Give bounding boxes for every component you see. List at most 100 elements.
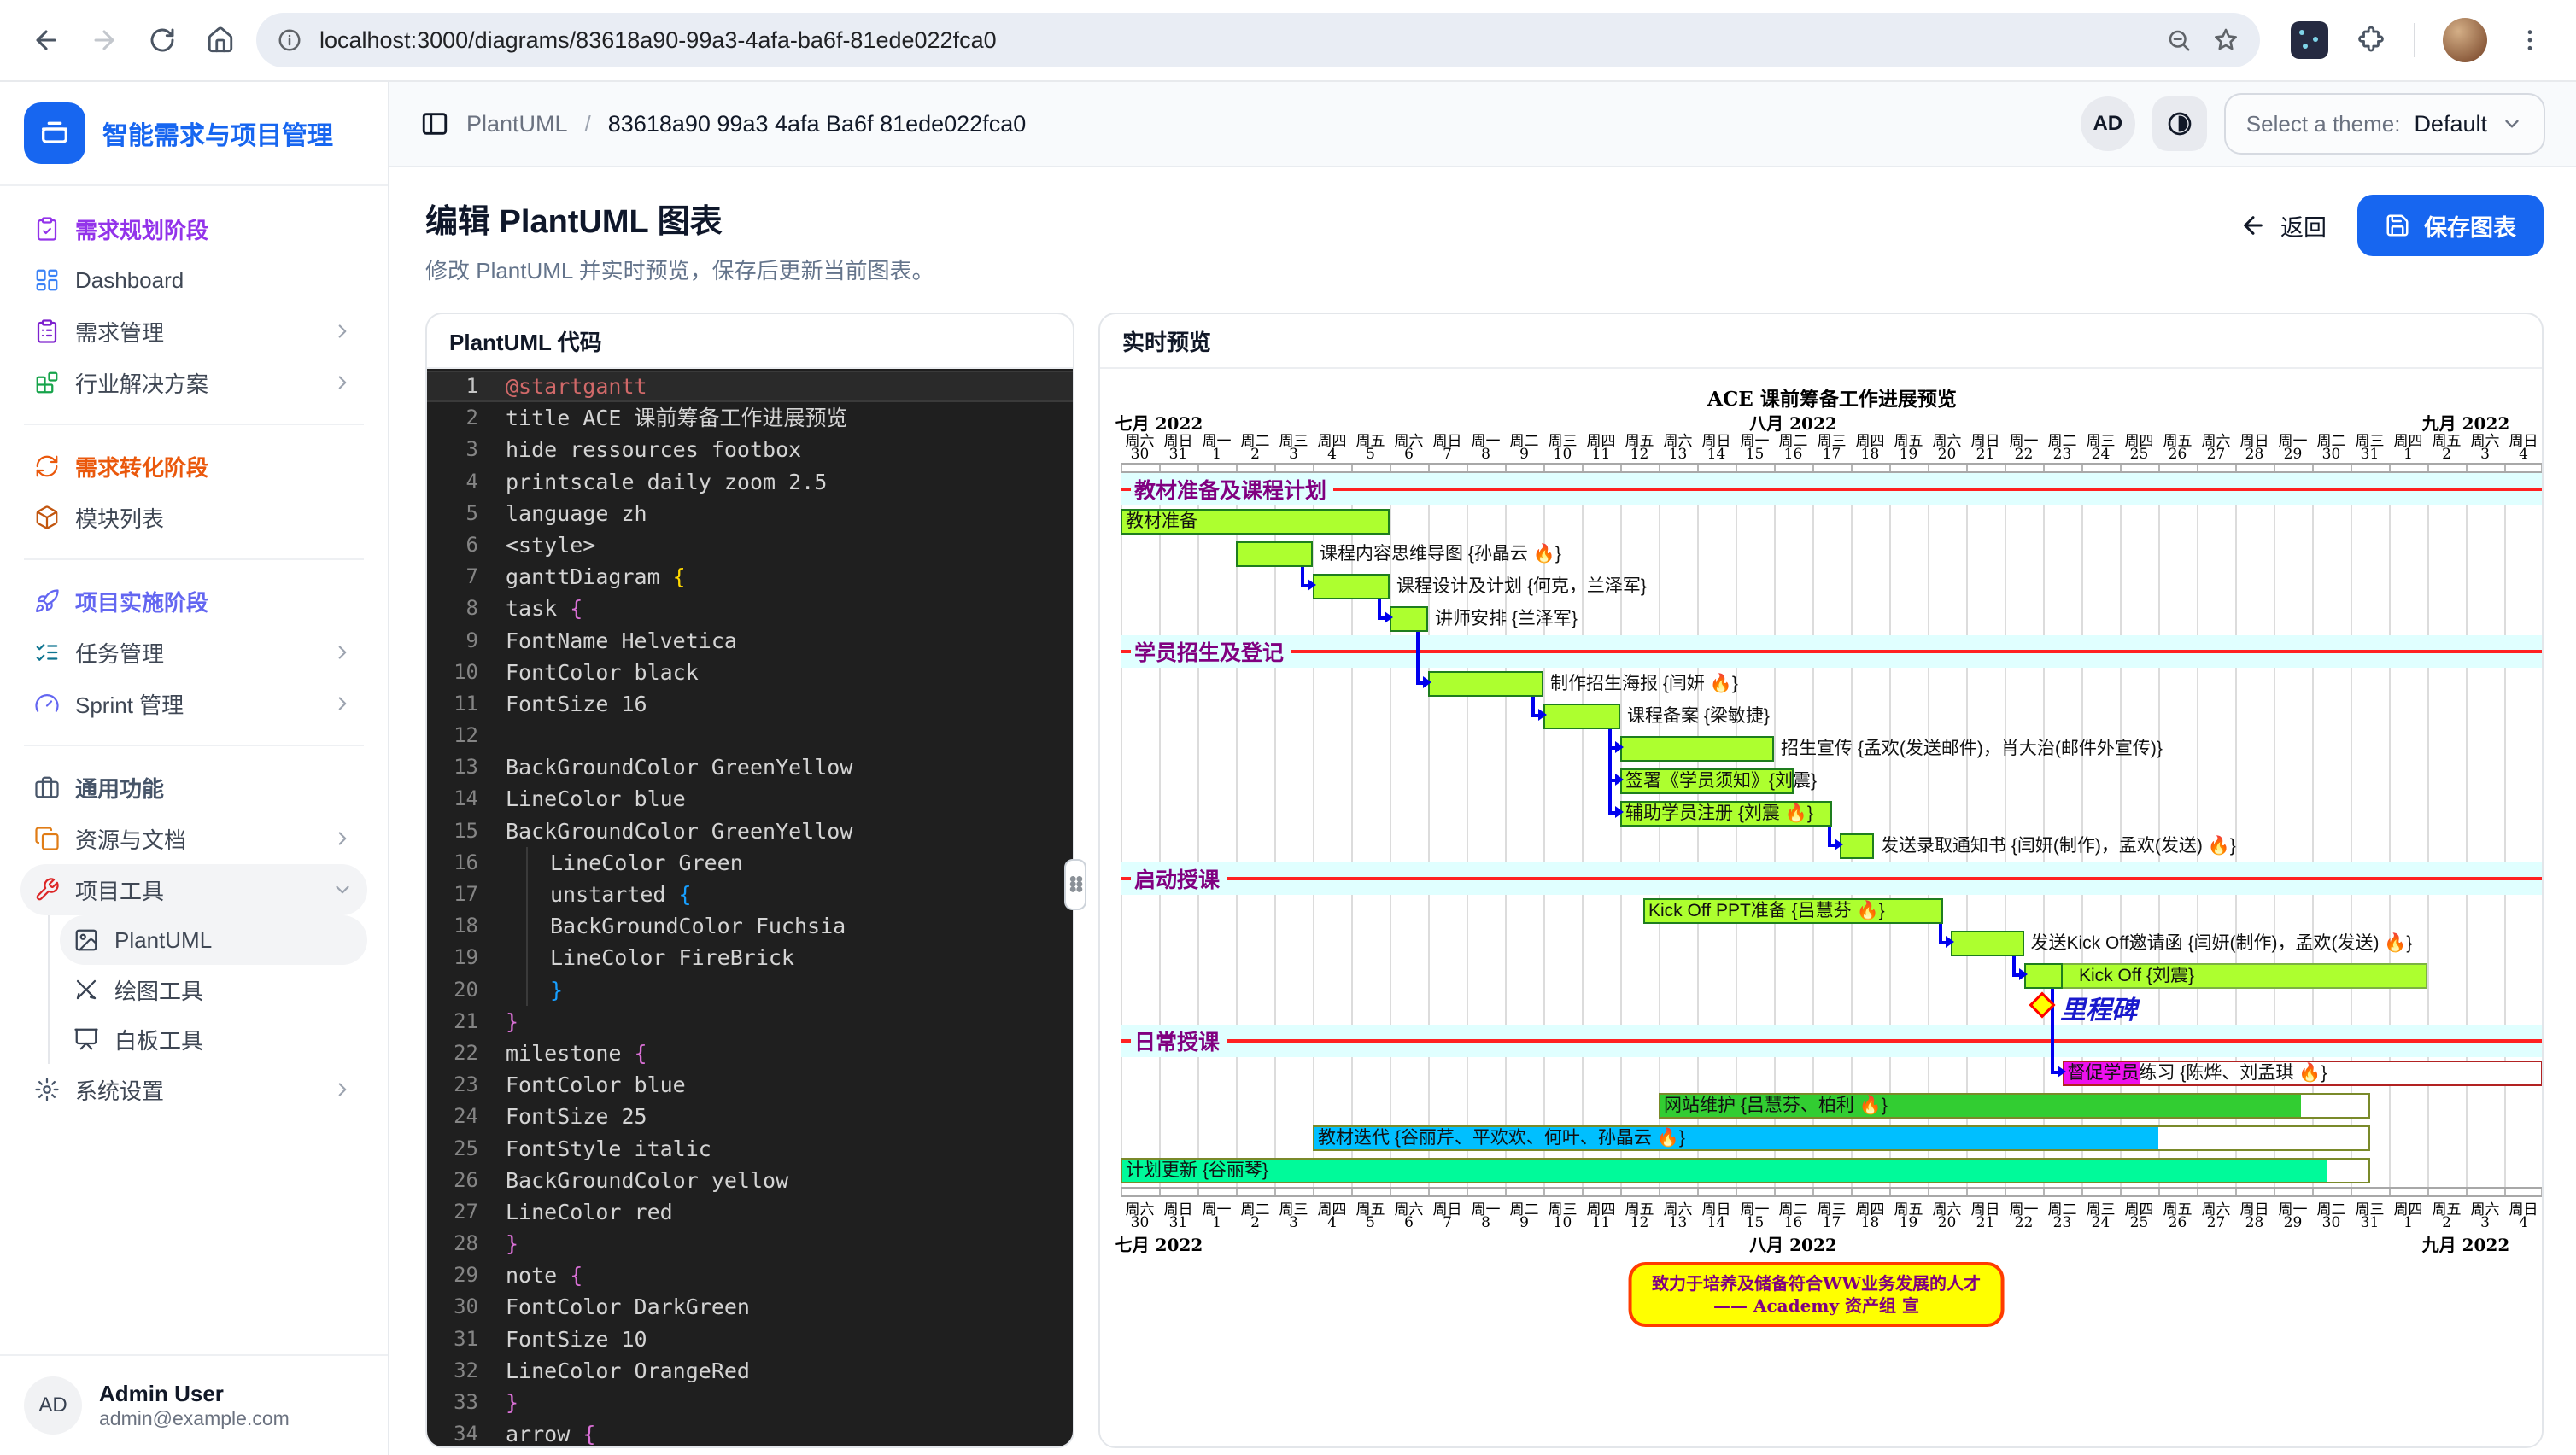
browser-home-icon[interactable] — [191, 11, 249, 69]
browser-forward-icon[interactable] — [75, 11, 133, 69]
gantt-dependency-arrow — [2012, 973, 2019, 977]
app-title: 智能需求与项目管理 — [102, 114, 333, 152]
browser-back-icon[interactable] — [17, 11, 75, 69]
gantt-section-band: 教材准备及课程计划 — [1121, 473, 2542, 505]
gantt-task-bar — [1428, 671, 1543, 697]
code-line-text: FontName Helvetica — [502, 625, 737, 657]
sidebar-item-tools[interactable]: 项目工具 — [20, 864, 367, 915]
gantt-task-label: 发送录取通知书 {闫妍(制作)，孟欢(发送) 🔥} — [1881, 833, 2236, 859]
sidebar-item-dashboard[interactable]: Dashboard — [20, 254, 367, 306]
line-number: 24 — [427, 1101, 502, 1132]
code-line: 11FontSize 16 — [427, 688, 1073, 720]
back-button[interactable]: 返回 — [2239, 209, 2327, 242]
sidebar-item-impl-phase[interactable]: 项目实施阶段 — [20, 576, 367, 627]
sidebar-item-task-manage[interactable]: 任务管理 — [20, 627, 367, 678]
code-line: 3hide ressources footbox — [427, 434, 1073, 465]
presentation-icon — [73, 1026, 99, 1052]
panel-toggle-icon[interactable] — [420, 109, 449, 138]
url-text[interactable]: localhost:3000/diagrams/83618a90-99a3-4a… — [319, 27, 2146, 54]
gantt-day-number: 2 — [1236, 1214, 1274, 1231]
code-line: 31FontSize 10 — [427, 1324, 1073, 1355]
contrast-theme-icon[interactable] — [2152, 96, 2207, 151]
gantt-arrowhead — [1308, 579, 1316, 591]
gantt-task-bar — [1620, 736, 1774, 762]
gantt-day-number: 3 — [1274, 446, 1313, 463]
browser-reload-icon[interactable] — [133, 11, 191, 69]
gantt-task-label: 教材准备 — [1126, 509, 1197, 535]
preview-panel-title: 实时预览 — [1100, 314, 2542, 369]
gantt-day-number: 1 — [1197, 446, 1236, 463]
code-line: 22milestone { — [427, 1037, 1073, 1069]
zoom-level-icon[interactable] — [2166, 27, 2192, 53]
sidebar-item-resources[interactable]: 资源与文档 — [20, 813, 367, 864]
sidebar-user[interactable]: AD Admin User admin@example.com — [0, 1354, 388, 1455]
code-line: 24FontSize 25 — [427, 1101, 1073, 1132]
sidebar-item-plantuml[interactable]: PlantUML — [60, 915, 367, 965]
code-line-text: FontColor black — [502, 657, 699, 688]
gantt-day-number: 4 — [2504, 1214, 2542, 1231]
code-line-text: FontColor DarkGreen — [502, 1291, 750, 1323]
sidebar-item-req-transform[interactable]: 需求转化阶段 — [20, 441, 367, 492]
sidebar-nav: 需求规划阶段Dashboard需求管理行业解决方案需求转化阶段模块列表项目实施阶… — [0, 186, 388, 1354]
gantt-day-number: 4 — [1313, 446, 1351, 463]
gantt-day-number: 18 — [1851, 1214, 1889, 1231]
app-brand[interactable]: 智能需求与项目管理 — [0, 82, 388, 186]
bookmark-star-icon[interactable] — [2212, 26, 2239, 54]
code-line: 12 — [427, 720, 1073, 751]
browser-profile-avatar[interactable] — [2443, 18, 2487, 62]
gantt-task-label: 签署《学员须知》{刘震} — [1625, 768, 1817, 794]
sidebar-item-req-manage[interactable]: 需求管理 — [20, 306, 367, 357]
gantt-day-number: 20 — [1928, 446, 1966, 463]
gantt-day-number: 15 — [1736, 446, 1774, 463]
gantt-day-number: 28 — [2235, 446, 2274, 463]
code-line-text: arrow { — [502, 1418, 595, 1446]
gantt-day-number: 30 — [2312, 446, 2351, 463]
sidebar-item-req-plan[interactable]: 需求规划阶段 — [20, 203, 367, 254]
code-line: 33} — [427, 1387, 1073, 1418]
extensions-puzzle-icon[interactable] — [2342, 11, 2400, 69]
gantt-dependency-arrow — [1828, 844, 1835, 847]
gantt-day-number: 20 — [1928, 1214, 1966, 1231]
gantt-day-number: 26 — [2158, 446, 2197, 463]
theme-select[interactable]: Select a theme: Default — [2224, 93, 2545, 155]
sidebar-item-whiteboard[interactable]: 白板工具 — [60, 1014, 367, 1064]
sidebar-item-label: 通用功能 — [75, 772, 354, 803]
plantuml-code-editor[interactable]: 1@startgantt2title ACE 课前筹备工作进展预览3hide r… — [427, 369, 1073, 1446]
gantt-day-number: 23 — [2043, 446, 2081, 463]
gantt-day-number: 6 — [1390, 446, 1428, 463]
save-diagram-button[interactable]: 保存图表 — [2357, 195, 2544, 256]
extension-icon[interactable] — [2291, 21, 2328, 59]
line-number: 16 — [427, 847, 502, 879]
url-bar[interactable]: localhost:3000/diagrams/83618a90-99a3-4a… — [256, 13, 2260, 67]
sidebar-item-draw[interactable]: 绘图工具 — [60, 965, 367, 1014]
theme-select-value: Default — [2414, 111, 2487, 137]
sidebar-item-industry[interactable]: 行业解决方案 — [20, 357, 367, 408]
gantt-day-number: 16 — [1774, 446, 1812, 463]
site-info-icon[interactable] — [277, 27, 302, 53]
gantt-dependency-arrow — [1301, 584, 1308, 587]
gantt-task-label: 讲师安排 {兰泽军} — [1435, 606, 1578, 632]
files-icon — [34, 826, 60, 851]
gantt-day-number: 11 — [1582, 1214, 1620, 1231]
sidebar-item-label: Sprint 管理 — [75, 688, 316, 720]
gantt-day-number: 6 — [1390, 1214, 1428, 1231]
chevron-right-icon — [331, 827, 354, 850]
line-number: 7 — [427, 561, 502, 593]
code-line: 15BackGroundColor GreenYellow — [427, 815, 1073, 847]
code-line-text: BackGroundColor yellow — [502, 1165, 788, 1196]
code-line: 30FontColor DarkGreen — [427, 1291, 1073, 1323]
code-line: 2title ACE 课前筹备工作进展预览 — [427, 402, 1073, 434]
breadcrumb-root[interactable]: PlantUML — [466, 111, 568, 137]
code-line: 7ganttDiagram { — [427, 561, 1073, 593]
sidebar-item-label: 项目工具 — [75, 874, 316, 906]
gantt-task-label: 辅助学员注册 {刘震 🔥} — [1625, 801, 1813, 827]
panel-resize-handle[interactable]: ●●●●●● — [1064, 859, 1086, 910]
sidebar-item-common[interactable]: 通用功能 — [20, 762, 367, 813]
sidebar-item-settings[interactable]: 系统设置 — [20, 1064, 367, 1115]
gantt-task-bar — [1390, 606, 1428, 632]
sidebar-item-module-list[interactable]: 模块列表 — [20, 492, 367, 543]
header-avatar[interactable]: AD — [2081, 96, 2135, 151]
sidebar-item-sprint[interactable]: Sprint 管理 — [20, 678, 367, 729]
gear-icon — [34, 1077, 60, 1102]
browser-menu-icon[interactable] — [2501, 11, 2559, 69]
